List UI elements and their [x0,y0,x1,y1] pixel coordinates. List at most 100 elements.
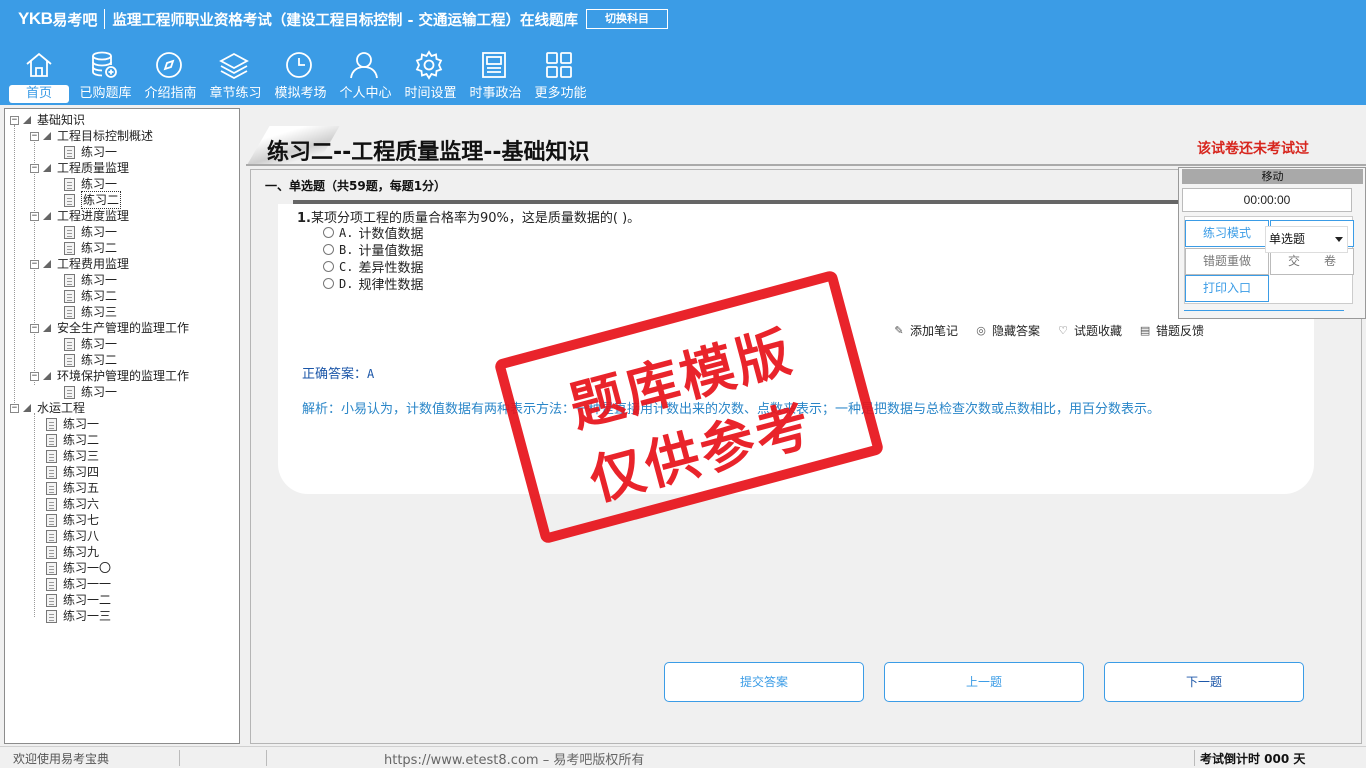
tree-group[interactable]: − 环境保护管理的监理工作 [30,368,189,384]
tree-root-basics[interactable]: − 基础知识 [10,112,85,128]
tree-leaf[interactable]: 练习一 [64,144,117,160]
collapse-icon[interactable]: − [30,259,39,269]
tree-group[interactable]: − 工程质量监理 [30,160,129,176]
top-header: YKB 易考吧 监理工程师职业资格考试（建设工程目标控制 - 交通运输工程）在线… [0,0,1366,105]
tree-leaf[interactable]: 练习七 [46,512,99,528]
radio-button[interactable] [323,278,334,289]
tree-leaf[interactable]: 练习五 [46,480,99,496]
tree-group[interactable]: − 工程进度监理 [30,208,129,224]
page-icon [64,353,75,367]
tree-leaf[interactable]: 练习一二 [46,592,111,608]
folder-icon [43,132,51,140]
tree-leaf[interactable]: 练习一一 [46,576,111,592]
tree-label: 练习九 [63,545,100,559]
print-button[interactable]: 打印入口 [1185,275,1269,302]
submit-answer-button[interactable]: 提交答案 [664,662,864,702]
collapse-icon[interactable]: − [10,403,19,413]
favorite-button[interactable]: ♡ 试题收藏 [1057,322,1122,339]
nav-chapter-practice[interactable]: 章节练习 [203,46,268,104]
hide-answer-button[interactable]: ◎ 隐藏答案 [975,322,1040,339]
tree-leaf[interactable]: 练习二 [64,288,117,304]
nav-guide[interactable]: 介绍指南 [138,46,203,104]
copyright-text: https://www.etest8.com – 易考吧版权所有 [384,753,645,768]
tree-leaf[interactable]: 练习一〇 [46,560,111,576]
nav-time-settings[interactable]: 时间设置 [398,46,463,104]
exam-timer: 00:00:00 [1182,188,1352,212]
option-d[interactable]: D. 规律性数据 [323,274,423,293]
question-type-select[interactable]: 单选题 [1265,226,1348,253]
panel-bottom-line [1184,310,1344,314]
nav-current-affairs[interactable]: 时事政治 [463,46,528,104]
tree-group[interactable]: − 安全生产管理的监理工作 [30,320,189,336]
tree-label: 练习一 [81,145,118,159]
tree-leaf[interactable]: 练习三 [46,448,99,464]
exam-countdown: 考试倒计时 000 天 [1200,752,1306,766]
tree-leaf[interactable]: 练习二 [46,432,99,448]
redo-wrong-button[interactable]: 错题重做 [1185,248,1269,275]
nav-label: 时事政治 [469,86,522,101]
page-icon [64,241,75,255]
tree-leaf[interactable]: 练习二 [64,240,117,256]
pencil-icon: ✎ [894,323,904,337]
tree-leaf[interactable]: 练习一 [46,416,99,432]
nav-purchased[interactable]: 已购题库 [73,46,138,104]
tree-label: 练习二 [81,353,118,367]
report-error-button[interactable]: ▤ 错题反馈 [1139,322,1204,339]
tree-leaf[interactable]: 练习一 [64,384,117,400]
tree-label: 练习七 [63,513,100,527]
radio-button[interactable] [323,244,334,255]
tree-leaf[interactable]: 练习六 [46,496,99,512]
tree-leaf[interactable]: 练习一 [64,336,117,352]
tree-label: 练习一一 [63,577,112,591]
tree-leaf[interactable]: 练习八 [46,528,99,544]
tree-leaf-selected[interactable]: 练习二 [64,191,122,209]
switch-subject-button[interactable]: 切换科目 [586,9,669,29]
practice-mode-button[interactable]: 练习模式 [1185,220,1269,247]
heart-icon: ♡ [1058,323,1068,337]
tree-leaf[interactable]: 练习二 [64,352,117,368]
collapse-icon[interactable]: − [30,211,39,221]
nav-label: 章节练习 [209,86,262,101]
tree-connector [14,125,15,407]
tree-leaf[interactable]: 练习一三 [46,608,111,624]
page-icon [64,305,75,319]
compass-icon [156,52,182,78]
tree-leaf[interactable]: 练习一 [64,176,117,192]
radio-button[interactable] [323,261,334,272]
option-letter: C. [339,259,354,274]
page-icon [46,497,57,511]
nav-personal-center[interactable]: 个人中心 [333,46,398,104]
collapse-icon[interactable]: − [10,115,19,125]
tree-group[interactable]: − 工程费用监理 [30,256,129,272]
add-note-button[interactable]: ✎ 添加笔记 [893,322,958,339]
tree-group[interactable]: − 工程目标控制概述 [30,128,153,144]
page-icon [46,433,57,447]
tree-label: 安全生产管理的监理工作 [57,321,190,335]
tree-root-waterway[interactable]: − 水运工程 [10,400,85,416]
move-handle[interactable]: 移动 [1182,169,1363,184]
folder-icon [23,116,31,124]
status-bar: 欢迎使用易考宝典 https://www.etest8.com – 易考吧版权所… [0,746,1366,768]
tree-leaf[interactable]: 练习一 [64,272,117,288]
page-icon [64,337,75,351]
prev-question-button[interactable]: 上一题 [884,662,1084,702]
tree-leaf[interactable]: 练习九 [46,544,99,560]
tree-leaf[interactable]: 练习一 [64,224,117,240]
nav-mock-exam[interactable]: 模拟考场 [268,46,333,104]
nav-more[interactable]: 更多功能 [528,46,593,104]
folder-icon [23,404,31,412]
radio-button[interactable] [323,227,334,238]
nav-label: 更多功能 [534,86,587,101]
page-icon [46,593,57,607]
collapse-icon[interactable]: − [30,163,39,173]
nav-home[interactable]: 首页 [8,46,73,104]
collapse-icon[interactable]: − [30,371,39,381]
collapse-icon[interactable]: − [30,323,39,333]
question-number: 1. [297,211,311,226]
home-icon [26,52,52,77]
tree-leaf[interactable]: 练习三 [64,304,117,320]
folder-icon [43,324,51,332]
next-question-button[interactable]: 下一题 [1104,662,1304,702]
tree-leaf[interactable]: 练习四 [46,464,99,480]
collapse-icon[interactable]: − [30,131,39,141]
